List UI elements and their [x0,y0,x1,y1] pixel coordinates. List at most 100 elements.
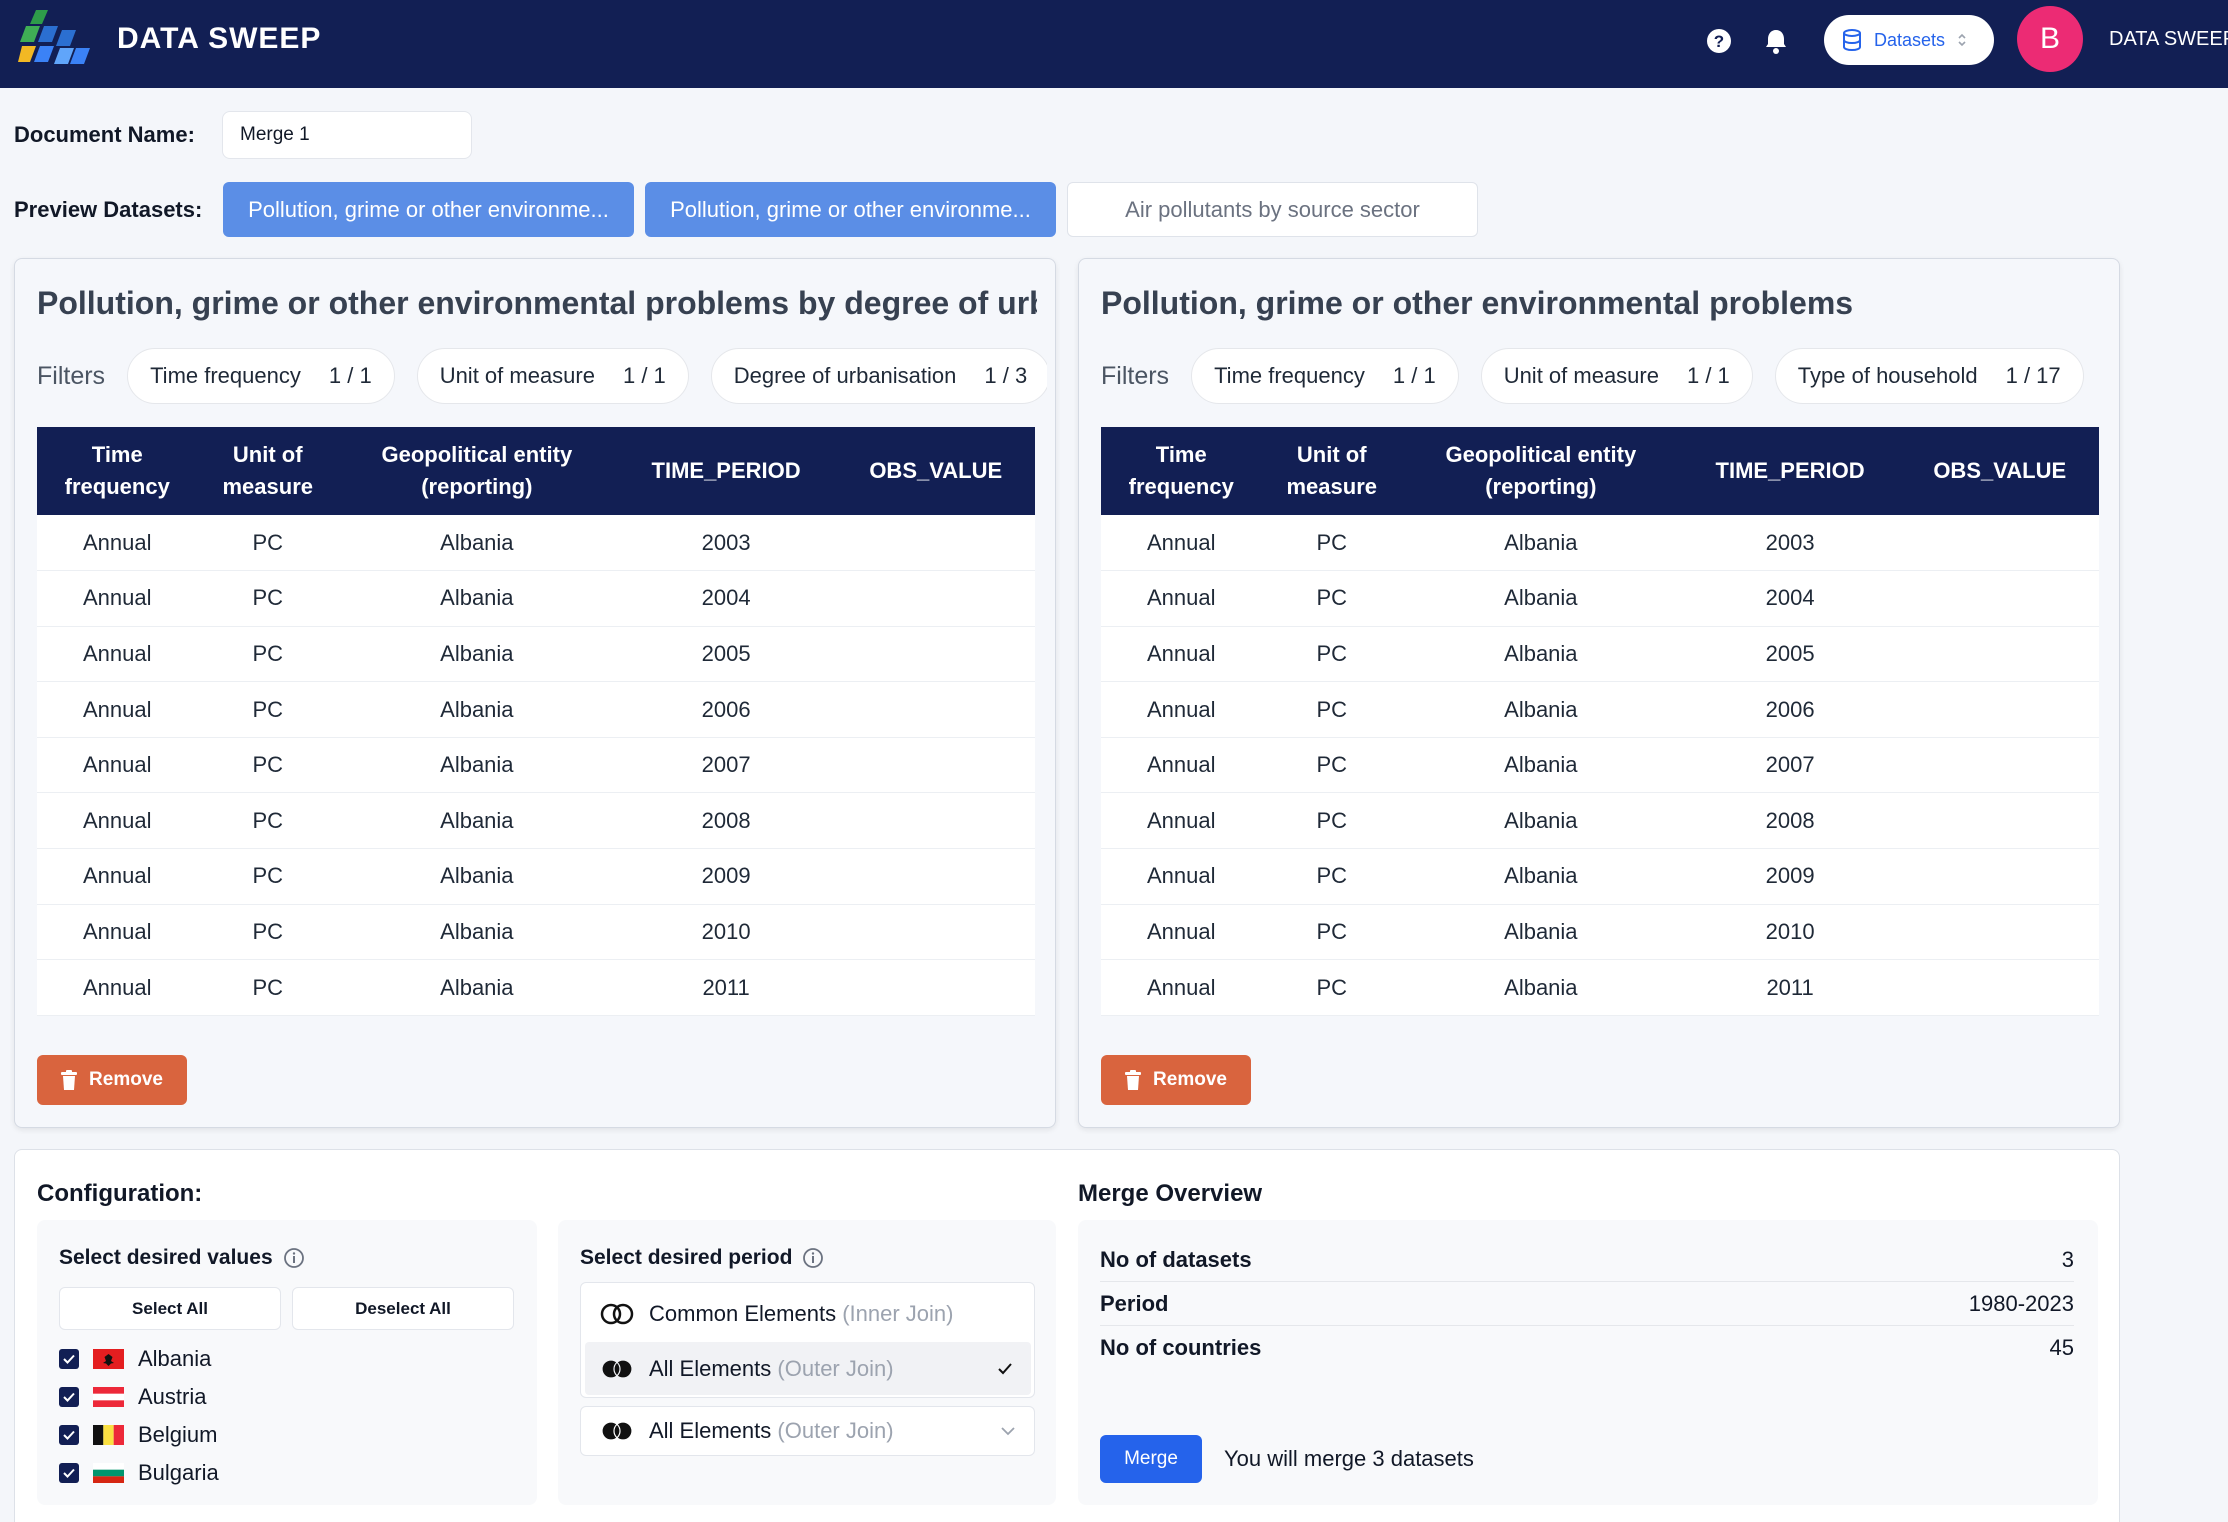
filter-unit-of-measure[interactable]: Unit of measure 1 / 1 [1480,348,1753,404]
table-cell [1900,515,2099,572]
table-cell: Albania [337,848,616,905]
user-name[interactable]: DATA SWEEP [2109,28,2228,51]
overview-value: 3 [2061,1246,2074,1272]
table-cell: Albania [337,515,616,572]
configuration-title: Configuration: [37,1180,203,1207]
chevron-updown-icon [1958,33,1966,47]
column-header[interactable]: TIME_PERIOD [1679,427,1901,515]
dataset-tab-3[interactable]: Air pollutants by source sector [1067,182,1478,237]
column-header[interactable]: Geopolitical entity (reporting) [337,427,616,515]
overview-row-countries: No of countries 45 [1100,1326,2074,1370]
table-row: Annual PC Albania 2011 [37,959,1035,1016]
datasets-dropdown-button[interactable]: Datasets [1824,15,1994,65]
column-header[interactable]: OBS_VALUE [1900,427,2099,515]
checkbox[interactable] [59,1463,79,1483]
table-cell: Annual [37,848,198,905]
join-option-inner[interactable]: Common Elements (Inner Join) [585,1287,1031,1340]
country-row-austria[interactable]: Austria [59,1382,206,1412]
dataset-tab-1[interactable]: Pollution, grime or other environme... [223,182,634,237]
country-name: Albania [138,1346,212,1371]
albania-flag-icon [93,1349,124,1369]
column-header[interactable]: Unit of measure [1261,427,1402,515]
venn-icon [601,1358,633,1379]
logo-icon[interactable] [18,8,92,74]
check-icon [63,1430,75,1440]
filter-time-frequency[interactable]: Time frequency 1 / 1 [127,348,395,404]
table-cell: 2003 [615,515,837,572]
checkbox[interactable] [59,1387,79,1407]
filter-degree-of-urbanisation[interactable]: Degree of urbanisation 1 / 3 [710,348,1047,404]
join-option-outer[interactable]: All Elements (Outer Join) [585,1342,1031,1395]
table-cell: Albania [337,626,616,683]
deselect-all-button[interactable]: Deselect All [292,1287,514,1330]
table-cell: Annual [1101,848,1262,905]
table-cell: 2009 [615,848,837,905]
table-cell: PC [1261,848,1402,905]
table-cell: PC [197,515,338,572]
overview-value: 45 [2049,1335,2074,1360]
filter-time-frequency[interactable]: Time frequency 1 / 1 [1191,348,1459,404]
dataset-panel-2: Pollution, grime or other environmental … [1078,258,2120,1128]
table-row: Annual PC Albania 2006 [1101,681,2099,738]
filter-unit-of-measure[interactable]: Unit of measure 1 / 1 [416,348,689,404]
filters-row: Filters Time frequency 1 / 1 Unit of mea… [37,347,1047,405]
table-cell: PC [197,848,338,905]
table-cell: Annual [1101,737,1262,794]
column-header[interactable]: Unit of measure [197,427,338,515]
checkbox[interactable] [59,1349,79,1369]
preview-datasets-label: Preview Datasets: [14,197,203,222]
country-name: Bulgaria [138,1460,219,1485]
document-name-input[interactable] [222,111,472,159]
table-cell [836,848,1035,905]
country-row-belgium[interactable]: Belgium [59,1420,217,1450]
table-cell: PC [197,570,338,627]
checkbox[interactable] [59,1425,79,1445]
table-cell: Annual [37,681,198,738]
remove-label: Remove [1153,1069,1227,1090]
table-cell: Albania [1401,515,1680,572]
table-cell: Annual [37,737,198,794]
table-cell: Annual [37,792,198,850]
table-cell: Annual [1101,626,1262,683]
join-option-label: Common Elements [649,1300,837,1326]
table-cell: PC [1261,570,1402,627]
table-cell: 2006 [615,681,837,738]
filter-count: 1 / 1 [1686,363,1730,388]
info-icon[interactable] [802,1247,824,1269]
trash-icon [61,1070,78,1090]
bell-icon[interactable] [1762,27,1790,55]
table-cell: PC [1261,515,1402,572]
selected-join-label: All Elements [649,1418,772,1443]
table-cell: 2008 [1679,792,1901,850]
merge-button[interactable]: Merge [1100,1435,1202,1483]
datasets-button-label: Datasets [1874,29,1946,50]
info-icon[interactable] [283,1247,305,1269]
table-row: Annual PC Albania 2009 [37,848,1035,905]
column-header[interactable]: Time frequency [1101,427,1262,515]
table-cell: PC [197,792,338,850]
table-cell: Albania [1401,904,1680,961]
remove-button[interactable]: Remove [37,1055,187,1105]
table-cell: 2005 [615,626,837,683]
table-row: Annual PC Albania 2003 [1101,515,2099,572]
help-icon[interactable]: ? [1705,27,1733,55]
filter-count: 1 / 1 [622,363,666,388]
country-row-albania[interactable]: Albania [59,1344,211,1374]
column-header[interactable]: TIME_PERIOD [615,427,837,515]
table-cell: PC [1261,681,1402,738]
select-all-button[interactable]: Select All [59,1287,281,1330]
filter-type-of-household[interactable]: Type of household 1 / 17 [1774,348,2084,404]
column-header[interactable]: Geopolitical entity (reporting) [1401,427,1680,515]
country-row-bulgaria[interactable]: Bulgaria [59,1458,219,1488]
avatar[interactable]: B [2017,6,2083,72]
join-type-select[interactable]: All Elements (Outer Join) [580,1406,1035,1456]
column-header[interactable]: Time frequency [37,427,198,515]
filters-label: Filters [1101,361,1170,390]
table-cell [1900,904,2099,961]
belgium-flag-icon [93,1425,124,1445]
dataset-tab-2[interactable]: Pollution, grime or other environme... [645,182,1056,237]
filter-name: Time frequency [150,363,301,388]
column-header[interactable]: OBS_VALUE [836,427,1035,515]
remove-button[interactable]: Remove [1101,1055,1251,1105]
table-row: Annual PC Albania 2003 [37,515,1035,572]
